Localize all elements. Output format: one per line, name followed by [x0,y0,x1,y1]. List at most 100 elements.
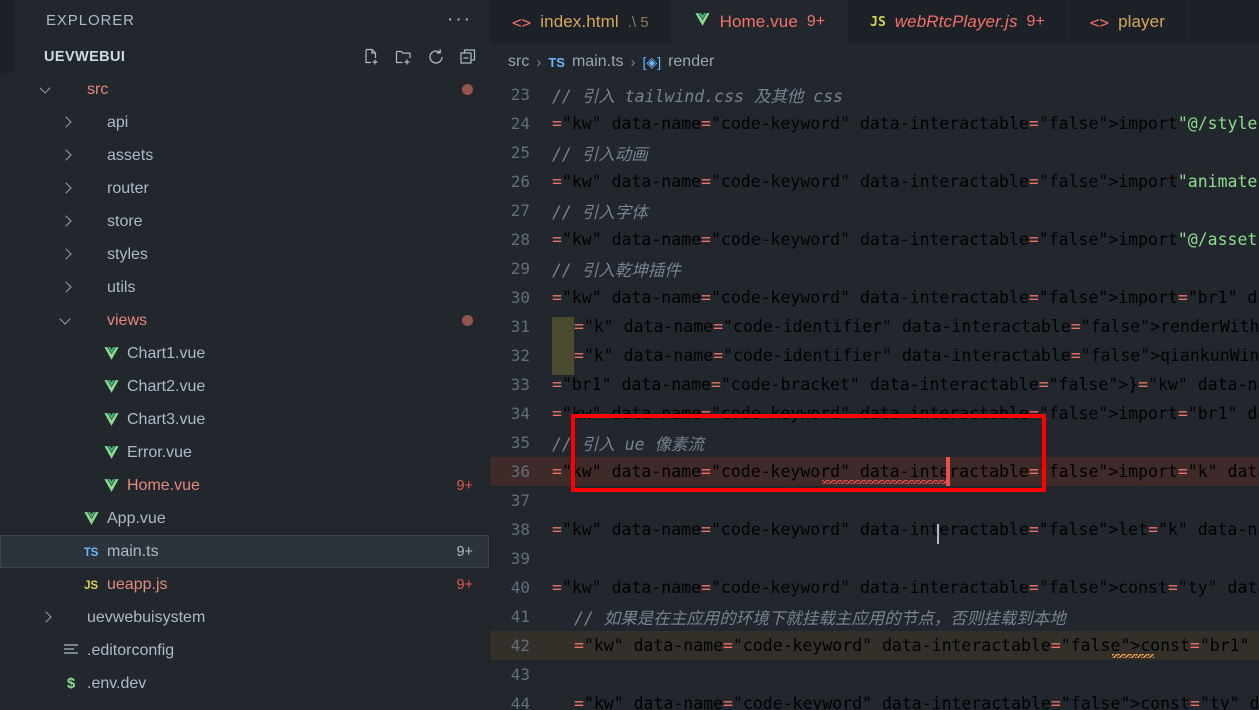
tree-item-app-vue[interactable]: App.vue [0,502,489,535]
code-comment: // 引入 tailwind.css 及其他 css [552,86,844,106]
editor-tab-webrtcplayer-js[interactable]: JS webRtcPlayer.js 9+ [848,0,1068,44]
method-icon: [◈] [642,53,662,70]
tree-item-views[interactable]: views [0,304,489,337]
editor-tab-bar[interactable]: <> index.html .\ 5 Home.vue 9+ JS webRtcPlayer… [490,0,1259,44]
explorer-title-row: EXPLORER ··· [0,0,490,40]
line-content: ="br1" data-name="code-bracket" data-int… [552,375,1139,394]
explorer-sidebar: EXPLORER ··· UEVWEBUI src api assets rou… [0,0,490,710]
tree-item-src[interactable]: src [0,73,489,106]
code-line[interactable]: 25 // 引入动画 [490,138,1259,167]
code-line[interactable]: 30 ="kw" data-name="code-keyword" data-in… [490,283,1259,312]
tree-item-label: Home.vue [127,476,200,494]
code-comment: // 引入动画 [552,144,648,164]
tree-item-chart1-vue[interactable]: Chart1.vue [0,337,489,370]
code-line[interactable]: 33 ="br1" data-name="code-bracket" data-i… [490,370,1259,399]
editor-tab-home-vue[interactable]: Home.vue 9+ [671,0,849,44]
code-editor[interactable]: 23 // 引入 tailwind.css 及其他 css 24 ="kw" data… [490,80,1259,710]
code-operator: = [552,404,562,423]
code-line[interactable]: 38 ="kw" data-name="code-keyword" data-in… [490,515,1259,544]
code-operator: = [1028,114,1039,133]
tree-item-error-vue[interactable]: Error.vue [0,436,489,469]
code-string: "animate.css" [1177,172,1259,191]
code-line[interactable]: 37 [490,486,1259,515]
code-line[interactable]: 34 ="kw" data-name="code-keyword" data-in… [490,399,1259,428]
chevron-right-icon[interactable] [58,279,75,296]
chevron-right-icon[interactable] [38,609,55,626]
code-operator: = [1138,375,1149,394]
refresh-icon[interactable] [426,47,446,67]
code-line[interactable]: 28 ="kw" data-name="code-keyword" data-in… [490,225,1259,254]
tree-item-chart3-vue[interactable]: Chart3.vue [0,403,489,436]
code-line[interactable]: 27 // 引入字体 [490,196,1259,225]
code-operator: = [1167,578,1178,597]
code-operator: = [1038,375,1049,394]
chevron-down-icon[interactable] [38,81,55,98]
tree-item-label: .editorconfig [87,641,175,659]
code-line[interactable]: 36 ="kw" data-name="code-keyword" data-in… [490,457,1259,486]
code-line[interactable]: 42 ="kw" data-name="code-keyword" data-in… [490,631,1259,660]
code-line[interactable]: 41 // 如果是在主应用的环境下就挂载主应用的节点，否则挂载到本地 [490,602,1259,631]
tree-item-styles[interactable]: styles [0,238,489,271]
vue-icon [100,411,122,429]
tree-item-assets[interactable]: assets [0,139,489,172]
tree-item--env-pro[interactable]: $.env.pro [0,700,489,710]
chevron-right-icon[interactable] [58,147,75,164]
file-tree[interactable]: src api assets router store styles utils views C… [0,73,490,710]
line-number: 24 [510,114,530,133]
line-number: 37 [510,491,530,510]
tree-item-main-ts[interactable]: TS main.ts 9+ [0,535,489,568]
tree-item-label: utils [107,278,136,296]
tree-item--editorconfig[interactable]: .editorconfig [0,634,489,667]
code-string: "@/styles/index.css" [1177,114,1259,133]
code-line[interactable]: 26 ="kw" data-name="code-keyword" data-in… [490,167,1259,196]
tree-item-uevwebuisystem[interactable]: uevwebuisystem [0,601,489,634]
code-line[interactable]: 29 // 引入乾坤插件 [490,254,1259,283]
code-line[interactable]: 44 ="kw" data-name="code-keyword" data-in… [490,689,1259,710]
editor-tab-player[interactable]: <> player [1067,0,1188,44]
js-icon: JS [84,579,98,592]
workspace-folder-row[interactable]: UEVWEBUI [0,40,490,73]
chevron-right-icon[interactable] [58,180,75,197]
code-line[interactable]: 39 [490,544,1259,573]
code-operator: = [710,375,721,394]
code-operator: = [552,172,562,191]
code-line[interactable]: 43 [490,660,1259,689]
line-number: 32 [510,346,530,365]
line-number: 30 [510,288,530,307]
breadcrumb[interactable]: src › TS main.ts › [◈] render [490,44,1259,80]
breadcrumb-root[interactable]: src [508,53,529,71]
code-line[interactable]: 23 // 引入 tailwind.css 及其他 css [490,80,1259,109]
chevron-down-icon[interactable] [20,48,37,65]
tree-item-home-vue[interactable]: Home.vue 9+ [0,469,489,502]
code-line[interactable]: 40 ="kw" data-name="code-keyword" data-in… [490,573,1259,602]
collapse-all-icon[interactable] [458,47,478,67]
editor-tab-index-html[interactable]: <> index.html .\ 5 [490,0,672,44]
chevron-right-icon[interactable] [58,213,75,230]
line-content: ="kw" data-name="code-keyword" data-inte… [552,694,1190,710]
breadcrumb-symbol[interactable]: render [668,53,714,71]
tree-item-api[interactable]: api [0,106,489,139]
tree-item-ueapp-js[interactable]: JS ueapp.js 9+ [0,568,489,601]
tree-item--env-dev[interactable]: $ .env.dev [0,667,489,700]
code-line[interactable]: 32 ="k" data-name="code-identifier" data-… [490,341,1259,375]
chevron-right-icon[interactable] [58,246,75,263]
new-folder-icon[interactable] [394,47,414,67]
code-operator: = [1050,636,1061,655]
explorer-more-actions-icon[interactable]: ··· [447,10,472,29]
breadcrumb-file[interactable]: main.ts [572,53,624,71]
tree-item-store[interactable]: store [0,205,489,238]
new-file-icon[interactable] [362,47,382,67]
chevron-down-icon[interactable] [58,312,75,329]
tree-item-utils[interactable]: utils [0,271,489,304]
code-line[interactable]: 35 // 引入 ue 像素流 [490,428,1259,457]
chevron-right-icon[interactable] [58,114,75,131]
code-operator: = [701,288,711,307]
tree-item-chart2-vue[interactable]: Chart2.vue [0,370,489,403]
tree-item-router[interactable]: router [0,172,489,205]
line-content: ="kw" data-name="code-keyword" data-inte… [552,172,1178,191]
code-line[interactable]: 24 ="kw" data-name="code-keyword" data-in… [490,109,1259,138]
code-line[interactable]: 31 ="k" data-name="code-identifier" data-… [490,312,1259,346]
tree-item-label: api [107,113,129,131]
